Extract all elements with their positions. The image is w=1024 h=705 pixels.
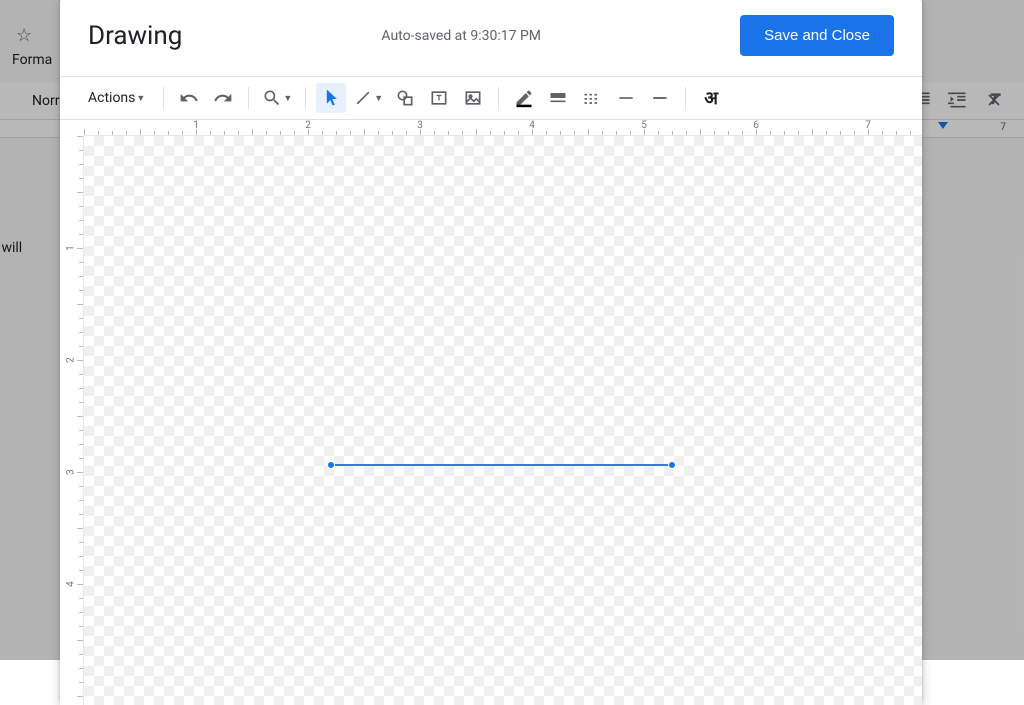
separator [163,87,164,109]
redo-icon [213,88,233,108]
line-start-button[interactable] [611,83,641,113]
textbox-tool-button[interactable] [424,83,454,113]
shape-tool-button[interactable] [390,83,420,113]
chevron-down-icon: ▼ [136,93,145,104]
separator [685,87,686,109]
line-weight-button[interactable] [543,83,573,113]
zoom-icon [262,88,282,108]
image-tool-button[interactable] [458,83,488,113]
line-shape[interactable] [331,464,672,466]
separator [305,87,306,109]
save-and-close-button[interactable]: Save and Close [740,15,894,56]
actions-menu[interactable]: Actions ▼ [80,83,153,113]
line-dash-button[interactable] [577,83,607,113]
pencil-icon [514,88,534,108]
line-color-button[interactable] [509,83,539,113]
line-start-icon [616,88,636,108]
line-dash-icon [582,88,602,108]
textbox-icon [429,88,449,108]
actions-label: Actions [88,90,135,106]
separator [498,87,499,109]
zoom-button[interactable]: ▼ [259,83,295,113]
shape-icon [395,88,415,108]
drawing-canvas[interactable] [84,136,922,705]
chevron-down-icon: ▼ [374,93,383,104]
undo-icon [179,88,199,108]
line-icon [353,88,373,108]
line-end-icon [650,88,670,108]
dialog-title: Drawing [88,21,182,51]
line-tool-button[interactable]: ▼ [350,83,386,113]
line-end-button[interactable] [645,83,675,113]
select-tool-button[interactable] [316,83,346,113]
vertical-ruler: 1234 [60,136,84,705]
separator [248,87,249,109]
autosave-status: Auto-saved at 9:30:17 PM [198,28,724,44]
redo-button[interactable] [208,83,238,113]
cursor-icon [321,88,341,108]
line-handle-start[interactable] [327,461,335,469]
line-handle-end[interactable] [668,461,676,469]
image-icon [463,88,483,108]
input-tools-button[interactable]: अ [696,83,726,113]
horizontal-ruler: // ticks populated below in main script … [84,120,922,136]
chevron-down-icon: ▼ [283,93,292,104]
line-weight-icon [548,88,568,108]
drawing-dialog: Drawing Auto-saved at 9:30:17 PM Save an… [60,0,922,705]
indic-icon: अ [704,86,718,110]
drawing-toolbar: Actions ▼ ▼ ▼ [60,76,922,120]
undo-button[interactable] [174,83,204,113]
dialog-header: Drawing Auto-saved at 9:30:17 PM Save an… [60,0,922,76]
canvas-area: 1234 [60,136,922,705]
